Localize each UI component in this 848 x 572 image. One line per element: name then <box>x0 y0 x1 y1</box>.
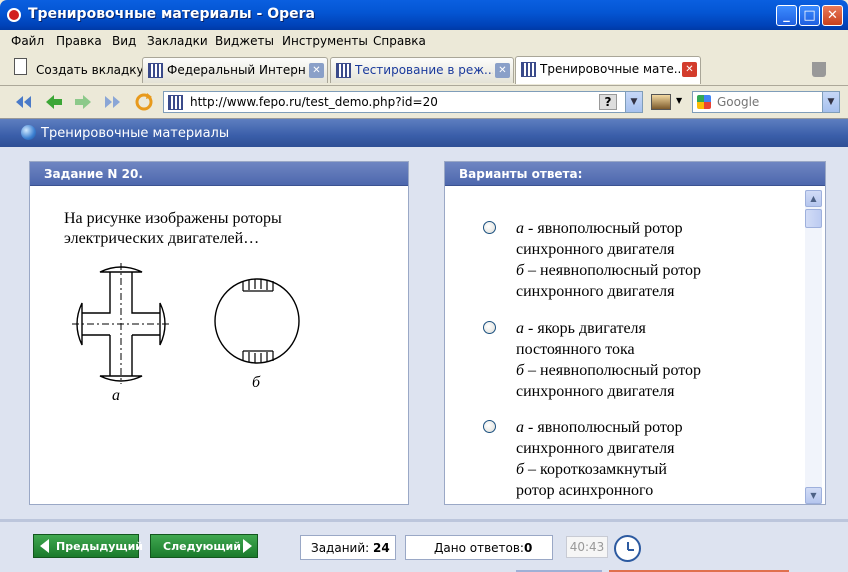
answer-text: а - якорь двигателя постоянного тока б –… <box>516 320 702 400</box>
fast-forward-icon[interactable] <box>104 94 122 110</box>
scroll-thumb[interactable] <box>805 209 822 228</box>
task-panel: Задание N 20. На рисунке изображены рото… <box>29 161 409 505</box>
site-favicon-icon <box>148 63 163 78</box>
figure-label-b: б <box>252 374 261 391</box>
tab-label: Тестирование в реж... <box>355 63 493 77</box>
minimize-button[interactable]: _ <box>776 5 797 26</box>
task-panel-header: Задание N 20. <box>30 162 408 186</box>
back-icon[interactable] <box>45 94 63 110</box>
tab-close-icon[interactable]: ✕ <box>495 63 510 78</box>
site-favicon-icon <box>168 95 183 110</box>
answers-panel-header: Варианты ответа: <box>445 162 825 186</box>
test-footer: Предыдущий Следующий Заданий: 24 Дано от… <box>0 519 848 572</box>
menu-help[interactable]: Справка <box>373 34 426 48</box>
tasks-counter: Заданий: 24 <box>300 535 396 560</box>
tab-training-active[interactable]: Тренировочные мате... ✕ <box>515 56 701 84</box>
tab-federal[interactable]: Федеральный Интерн... ✕ <box>142 57 328 83</box>
menu-widgets[interactable]: Виджеты <box>215 34 274 48</box>
menu-edit[interactable]: Правка <box>56 34 102 48</box>
trash-icon[interactable] <box>812 62 826 77</box>
answer-text: а - явнополюсный ротор синхронного двига… <box>516 419 683 499</box>
rewind-icon[interactable] <box>14 94 32 110</box>
tab-close-icon[interactable]: ✕ <box>682 62 697 77</box>
menu-file[interactable]: Файл <box>11 34 44 48</box>
answers-scrollbar[interactable]: ▲ ▼ <box>805 190 822 504</box>
site-favicon-icon <box>521 62 536 77</box>
menu-bar: Файл Правка Вид Закладки Виджеты Инструм… <box>0 30 848 52</box>
page-header: Тренировочные материалы <box>0 119 848 147</box>
address-dropdown-icon[interactable]: ▼ <box>625 92 642 112</box>
scroll-down-icon[interactable]: ▼ <box>805 487 822 504</box>
google-icon <box>697 95 711 109</box>
address-field[interactable]: http://www.fepo.ru/test_demo.php?id=20 ?… <box>163 91 643 113</box>
scroll-up-icon[interactable]: ▲ <box>805 190 822 207</box>
help-icon[interactable]: ? <box>599 94 617 110</box>
answer-radio[interactable] <box>483 221 496 234</box>
tab-testing[interactable]: Тестирование в реж... ✕ <box>330 57 514 83</box>
opera-logo-icon <box>7 8 21 22</box>
tab-bar: Создать вкладку Федеральный Интерн... ✕ … <box>0 52 848 86</box>
answers-count: 0 <box>523 541 533 555</box>
forward-icon[interactable] <box>74 94 92 110</box>
task-number: Задание N 20. <box>44 167 143 181</box>
globe-icon <box>21 125 36 140</box>
clock-icon <box>614 535 641 562</box>
menu-view[interactable]: Вид <box>112 34 136 48</box>
new-tab-icon[interactable] <box>14 58 27 75</box>
url-text[interactable]: http://www.fepo.ru/test_demo.php?id=20 <box>190 95 438 109</box>
maximize-button[interactable]: □ <box>799 5 820 26</box>
arrow-left-icon <box>40 539 49 553</box>
tab-label: Федеральный Интерн... <box>167 63 307 77</box>
search-dropdown-icon[interactable]: ▼ <box>822 92 839 112</box>
tab-label: Тренировочные мате... <box>540 62 680 76</box>
answers-counter: Дано ответов:0 <box>405 535 553 560</box>
page-title: Тренировочные материалы <box>41 126 230 141</box>
answers-panel: Варианты ответа: а - явнополюсный ротор … <box>444 161 826 505</box>
answer-radio[interactable] <box>483 321 496 334</box>
image-toggle-icon[interactable] <box>651 94 671 110</box>
answer-text: а - явнополюсный ротор синхронного двига… <box>516 220 702 300</box>
site-favicon-icon <box>336 63 351 78</box>
address-toolbar: http://www.fepo.ru/test_demo.php?id=20 ?… <box>0 87 848 117</box>
menu-bookmarks[interactable]: Закладки <box>147 34 208 48</box>
menu-tools[interactable]: Инструменты <box>282 34 368 48</box>
window-title: Тренировочные материалы - Opera <box>28 6 315 22</box>
arrow-right-icon <box>243 539 252 553</box>
timer-display: 40:43 <box>566 536 608 558</box>
next-button[interactable]: Следующий <box>150 534 258 558</box>
search-box[interactable]: ▼ <box>692 91 840 113</box>
search-input[interactable] <box>717 94 817 110</box>
answers-title: Варианты ответа: <box>459 167 583 181</box>
image-dropdown-icon[interactable]: ▼ <box>676 96 682 105</box>
question-text: На рисунке изображены роторы электрическ… <box>64 210 282 247</box>
page-content: Тренировочные материалы Задание N 20. На… <box>0 118 848 572</box>
new-tab-button[interactable]: Создать вкладку <box>36 63 144 77</box>
rotor-figure <box>72 263 300 384</box>
tasks-count: 24 <box>373 541 390 555</box>
previous-button[interactable]: Предыдущий <box>33 534 143 558</box>
close-window-button[interactable]: ✕ <box>822 5 843 26</box>
window-titlebar: Тренировочные материалы - Opera _ □ ✕ <box>0 0 848 30</box>
figure-label-a: а <box>112 387 120 404</box>
reload-icon[interactable] <box>134 92 154 112</box>
answer-radio[interactable] <box>483 420 496 433</box>
tab-close-icon[interactable]: ✕ <box>309 63 324 78</box>
